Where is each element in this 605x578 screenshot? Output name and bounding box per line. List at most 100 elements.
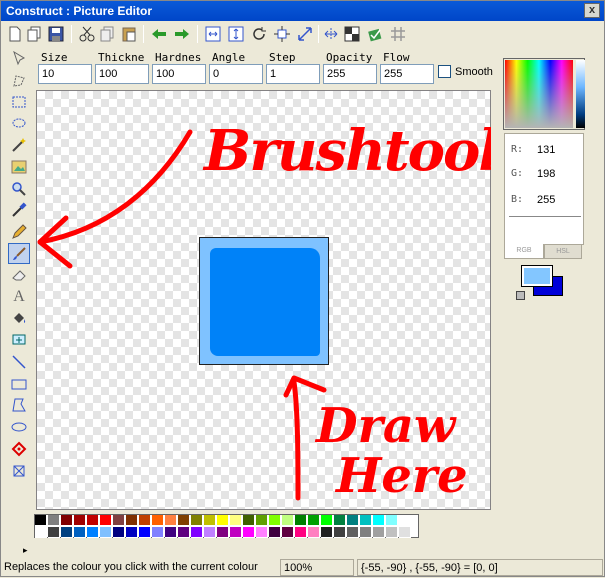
palette-swatch[interactable] (217, 527, 229, 538)
thickness-input[interactable]: 100 (95, 64, 149, 84)
color-picker[interactable] (503, 58, 585, 130)
palette-swatch[interactable] (282, 515, 294, 526)
paste-icon[interactable] (119, 24, 139, 44)
palette-swatch[interactable] (35, 527, 47, 538)
primary-color-swatch[interactable] (521, 265, 553, 287)
palette-swatch[interactable] (178, 527, 190, 538)
green-value[interactable]: 198 (537, 168, 555, 180)
resize-icon[interactable] (295, 24, 315, 44)
grid-icon[interactable] (388, 24, 408, 44)
eyedropper-icon[interactable] (8, 199, 30, 220)
palette-swatch[interactable] (399, 515, 411, 526)
palette-swatch[interactable] (74, 515, 86, 526)
hotspot-icon[interactable] (8, 329, 30, 350)
resize-canvas-icon[interactable] (203, 24, 223, 44)
palette-swatch[interactable] (243, 515, 255, 526)
line-icon[interactable] (8, 351, 30, 372)
palette-swatch[interactable] (256, 515, 268, 526)
step-input[interactable]: 1 (266, 64, 320, 84)
bounding-box-icon[interactable] (8, 460, 30, 481)
size-input[interactable]: 10 (38, 64, 92, 84)
palette-swatch[interactable] (165, 515, 177, 526)
rect-select-icon[interactable] (8, 91, 30, 112)
blue-value[interactable]: 255 (537, 194, 555, 206)
palette-swatch[interactable] (295, 527, 307, 538)
palette-swatch[interactable] (230, 527, 242, 538)
new-icon[interactable] (5, 24, 25, 44)
apply-icon[interactable] (365, 24, 385, 44)
palette-swatch[interactable] (87, 515, 99, 526)
palette-swatch[interactable] (243, 527, 255, 538)
palette-swatch[interactable] (126, 515, 138, 526)
luminance-bar[interactable] (576, 60, 585, 128)
zoom-icon[interactable] (8, 178, 30, 199)
smooth-checkbox-box[interactable] (438, 65, 451, 78)
palette-swatch[interactable] (178, 515, 190, 526)
palette-swatch[interactable] (191, 527, 203, 538)
opacity-input[interactable]: 255 (323, 64, 377, 84)
palette-swatch[interactable] (334, 527, 346, 538)
palette-swatch[interactable] (139, 515, 151, 526)
save-icon[interactable] (46, 24, 66, 44)
close-button[interactable]: x (584, 3, 600, 18)
palette-swatch[interactable] (399, 527, 411, 538)
tab-rgb[interactable]: RGB (504, 244, 544, 259)
crop-icon[interactable] (226, 24, 246, 44)
tab-hsl[interactable]: HSL (544, 244, 582, 259)
palette-swatch[interactable] (373, 515, 385, 526)
polygon-icon[interactable] (8, 394, 30, 415)
palette-swatch[interactable] (113, 515, 125, 526)
palette-swatch[interactable] (269, 527, 281, 538)
palette-swatch[interactable] (61, 527, 73, 538)
cut-icon[interactable] (77, 24, 97, 44)
palette-swatch[interactable] (256, 527, 268, 538)
palette-swatch[interactable] (347, 515, 359, 526)
copy-page-icon[interactable] (25, 24, 45, 44)
lasso-icon[interactable] (8, 69, 30, 90)
palette-swatch[interactable] (321, 515, 333, 526)
palette-swatch[interactable] (373, 527, 385, 538)
palette-swatch[interactable] (334, 515, 346, 526)
palette-swatch[interactable] (217, 515, 229, 526)
color-spectrum[interactable] (505, 60, 573, 128)
brush-icon[interactable] (8, 243, 30, 264)
palette-swatch[interactable] (74, 527, 86, 538)
angle-input[interactable]: 0 (209, 64, 263, 84)
palette-swatch[interactable] (269, 515, 281, 526)
drawing-canvas[interactable] (36, 90, 491, 510)
palette-swatch[interactable] (347, 527, 359, 538)
picture-image[interactable] (199, 237, 329, 365)
rotate-icon[interactable] (249, 24, 269, 44)
palette-swatch[interactable] (360, 515, 372, 526)
copy-icon[interactable] (98, 24, 118, 44)
palette-swatch[interactable] (295, 515, 307, 526)
eraser-icon[interactable] (8, 264, 30, 285)
palette-swatch[interactable] (48, 515, 60, 526)
palette-expand-icon[interactable]: ▸ (23, 545, 28, 556)
palette-swatch[interactable] (360, 527, 372, 538)
palette-swatch[interactable] (165, 527, 177, 538)
image-icon[interactable] (8, 156, 30, 177)
palette-swatch[interactable] (386, 515, 398, 526)
text-icon[interactable]: A (8, 286, 30, 307)
select-pointer-icon[interactable] (8, 48, 30, 69)
smooth-checkbox[interactable]: Smooth (438, 65, 493, 78)
palette-swatch[interactable] (308, 515, 320, 526)
palette-swatch[interactable] (321, 527, 333, 538)
palette-swatch[interactable] (87, 527, 99, 538)
red-value[interactable]: 131 (537, 144, 555, 156)
move-icon[interactable] (272, 24, 292, 44)
redo-arrow-icon[interactable] (172, 24, 192, 44)
palette-swatch[interactable] (282, 527, 294, 538)
palette-swatch[interactable] (126, 527, 138, 538)
swap-colors-icon[interactable] (516, 291, 525, 300)
fill-bucket-icon[interactable] (8, 307, 30, 328)
undo-arrow-icon[interactable] (149, 24, 169, 44)
palette-swatch[interactable] (100, 515, 112, 526)
palette-swatch[interactable] (191, 515, 203, 526)
palette-swatch[interactable] (230, 515, 242, 526)
transparency-icon[interactable] (342, 24, 362, 44)
palette-swatch[interactable] (204, 515, 216, 526)
flow-input[interactable]: 255 (380, 64, 434, 84)
hardness-input[interactable]: 100 (152, 64, 206, 84)
